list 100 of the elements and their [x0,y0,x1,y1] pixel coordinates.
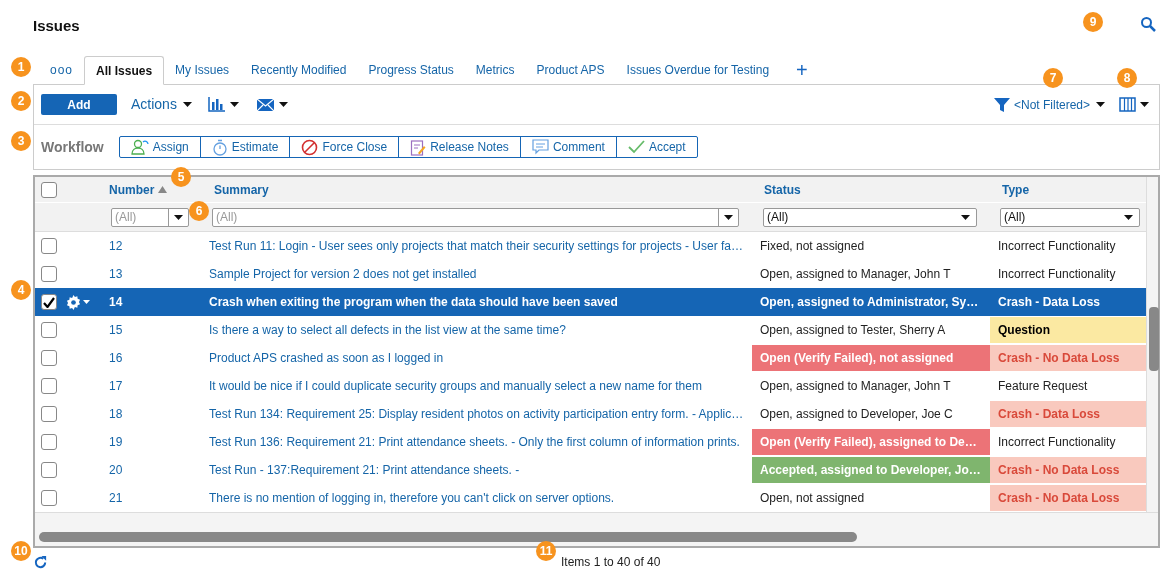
status-cell-text: Open, assigned to Manager, John T [759,378,952,395]
column-header[interactable]: Number [109,180,168,199]
workflow-button[interactable]: Accept [615,137,697,157]
actions-menu[interactable]: Actions [131,94,192,115]
workflow-button[interactable]: Force Close [289,137,399,157]
horizontal-scroll-thumb[interactable] [39,532,857,542]
type-cell-text: Incorrect Functionality [997,238,1117,255]
issue-number: 19 [109,435,123,449]
row-checkbox[interactable] [41,462,57,478]
caret-icon [182,102,192,107]
status-cell-text: Open, assigned to Tester, Sherry A [759,322,947,339]
email-menu[interactable] [256,98,288,111]
callout-badge: 2 [11,91,31,111]
issue-summary[interactable]: Product APS crashed as soon as I logged in [209,351,444,365]
tab[interactable]: Product APS [525,56,616,84]
columns-menu[interactable] [1119,97,1149,112]
column-header[interactable]: Summary [214,180,269,199]
status-cell-text: Fixed, not assigned [759,238,866,255]
callout-badge: 5 [171,167,191,187]
gear-icon [66,294,81,310]
filter-dropdown[interactable]: (All) [763,207,977,227]
row-checkbox[interactable] [41,434,57,450]
column-header[interactable]: Type [1002,180,1030,199]
status-cell: Accepted, assigned to Developer, Jo… [752,457,990,483]
issue-summary[interactable]: Is there a way to select all defects in the list view at the same time? [209,323,566,337]
caret-icon [1096,102,1105,107]
row-checkbox[interactable] [41,490,57,506]
callout-badge: 9 [1083,12,1103,32]
chart-menu[interactable] [207,97,239,112]
issue-summary[interactable]: Test Run - 137:Requirement 21: Print attendance sheets. - [209,463,520,477]
callout-badge: 3 [11,131,31,151]
add-button[interactable]: Add [41,94,117,115]
table-row[interactable]: 13 Sample Project for version 2 does not get installed Open, assigned to Manager, John T Incorrect Functionality [35,260,1146,288]
issue-summary[interactable]: Sample Project for version 2 does not get installed [209,267,477,281]
table-row[interactable]: 18 Test Run 134: Requirement 25: Display resident photos on activity participation entry form. - Applic… Open, assigned to Developer, Joe C Crash - Data Loss [35,400,1146,428]
status-cell-text: Open, not assigned [759,490,866,507]
status-cell-text: Open, assigned to Manager, John T [759,266,952,283]
row-checkbox[interactable] [41,238,57,254]
type-cell: Crash - No Data Loss [990,345,1146,371]
status-cell-text: Open, assigned to Administrator, Sy… [759,294,980,311]
status-cell-text: Open, assigned to Developer, Joe C [759,406,954,423]
row-checkbox[interactable] [41,378,57,394]
caret-icon [724,214,733,220]
vertical-scrollbar[interactable] [1146,177,1158,512]
refresh-icon[interactable] [33,554,48,570]
table-row[interactable]: 20 Test Run - 137:Requirement 21: Print attendance sheets. - Accepted, assigned to Developer, Jo… Crash - No Data Loss [35,456,1146,484]
workflow-button[interactable]: Comment [519,137,616,157]
notepad-icon [410,138,427,156]
gear-menu[interactable] [66,294,90,310]
row-checkbox[interactable] [41,294,57,310]
row-checkbox[interactable] [41,322,57,338]
tab[interactable]: Issues Overdue for Testing [615,56,781,84]
column-header[interactable]: Status [764,180,801,199]
issue-summary[interactable]: Test Run 134: Requirement 25: Display resident photos on activity participation entry form. - Applic… [209,407,744,421]
table-row[interactable]: 12 Test Run 11: Login - User sees only projects that match their security settings for projects - User fa… Fixed, not assigned Incorrect Functionality [35,232,1146,260]
columns-icon [1119,97,1136,112]
table-row[interactable]: 16 Product APS crashed as soon as I logged in Open (Verify Failed), not assigned Crash - No Data Loss [35,344,1146,372]
row-checkbox[interactable] [41,266,57,282]
type-cell-text: Feature Request [997,378,1089,395]
bar-chart-icon [207,97,225,112]
item-count: Items 1 to 40 of 40 [561,554,661,571]
workflow-button[interactable]: Assign [119,137,200,157]
caret-icon [961,214,970,220]
callout-badge: 11 [536,541,556,561]
speech-bubble-icon [531,139,549,155]
add-tab-button[interactable]: + [788,56,816,84]
table-row[interactable]: 19 Test Run 136: Requirement 21: Print attendance sheets. - Only the first column of information prints. Open (Verify Failed), assigned to De… Incorrect Functionality [35,428,1146,456]
filter-menu[interactable]: <Not Filtered> [1013,95,1105,114]
issue-summary[interactable]: Test Run 11: Login - User sees only projects that match their security settings for projects - User fa… [209,239,743,253]
issue-summary[interactable]: It would be nice if I could duplicate security groups and manually select a new name for them [209,379,702,393]
caret-icon [174,214,183,220]
table-row[interactable]: 15 Is there a way to select all defects in the list view at the same time? Open, assigned to Tester, Sherry A Question [35,316,1146,344]
filter-dropdown[interactable]: (All) [1000,207,1140,227]
search-icon[interactable] [1140,16,1156,32]
issue-number: 21 [109,491,123,505]
issue-summary[interactable]: There is no mention of logging in, therefore you can't click on server options. [209,491,615,505]
workflow-label: Workflow [41,137,104,157]
tab[interactable]: Recently Modified [240,56,358,84]
tab[interactable]: ooo [39,56,85,84]
select-all-checkbox[interactable] [41,181,57,198]
tab[interactable]: My Issues [164,56,241,84]
row-checkbox[interactable] [41,350,57,366]
table-row[interactable]: 14 Crash when exiting the program when the data should have been saved Open, assigned to Administrator, Sy… Crash - Data Loss [35,288,1146,316]
filter-icon [993,96,1010,113]
table-row[interactable]: 21 There is no mention of logging in, therefore you can't click on server options. Open, not assigned Crash - No Data Loss [35,484,1146,512]
row-checkbox[interactable] [41,406,57,422]
tab[interactable]: All Issues [84,56,165,85]
scroll-thumb[interactable] [1149,307,1159,371]
workflow-button[interactable]: Estimate [199,137,290,157]
tab[interactable]: Metrics [464,56,526,84]
workflow-button[interactable]: Release Notes [398,137,520,157]
tab[interactable]: Progress Status [357,56,465,84]
caret-icon [278,102,288,107]
callout-badge: 4 [11,280,31,300]
page-title: Issues [33,15,80,36]
table-row[interactable]: 17 It would be nice if I could duplicate security groups and manually select a new name for them Open, assigned to Manager, John T Feature Request [35,372,1146,400]
status-cell: Open (Verify Failed), assigned to De… [752,429,990,455]
issue-summary[interactable]: Crash when exiting the program when the data should have been saved [209,295,618,309]
type-cell: Crash - No Data Loss [990,485,1146,511]
issue-summary[interactable]: Test Run 136: Requirement 21: Print attendance sheets. - Only the first column of information prints. [209,435,740,449]
